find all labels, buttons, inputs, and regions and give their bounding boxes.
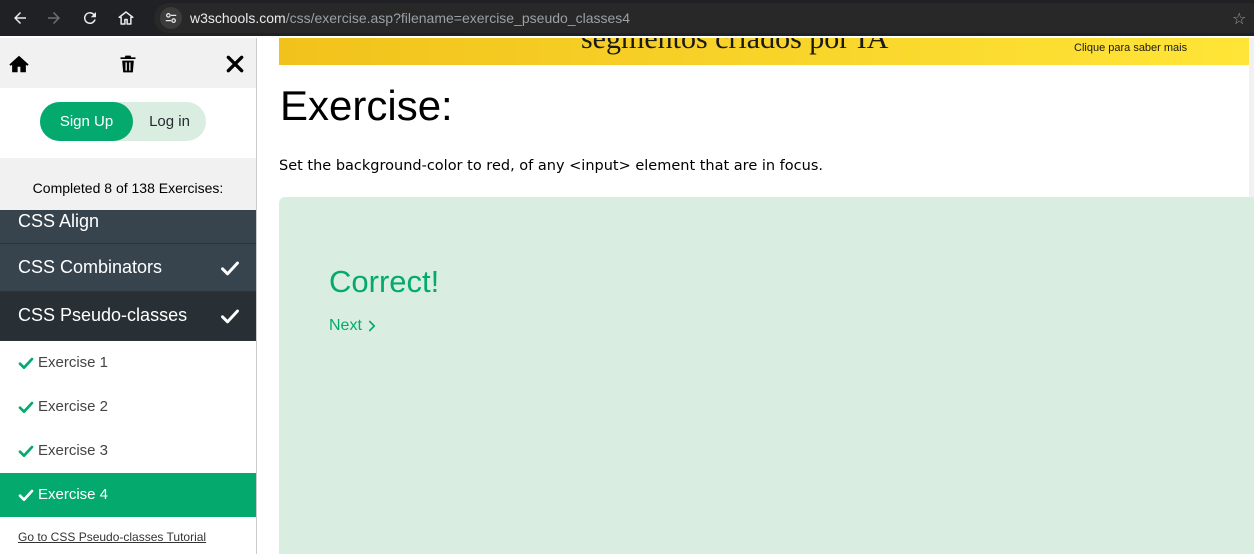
ad-title: segmentos criados por IA: [581, 38, 889, 55]
browser-toolbar: w3schools.com/css/exercise.asp?filename=…: [0, 0, 1254, 36]
auth-area: Sign Up Log in: [0, 88, 256, 158]
bookmark-star-icon[interactable]: ☆: [1232, 9, 1246, 29]
progress-text: Completed 8 of 138 Exercises:: [32, 180, 224, 196]
progress-area: Completed 8 of 138 Exercises:: [0, 158, 256, 210]
exercise-label: Exercise 3: [38, 442, 109, 459]
back-icon[interactable]: [8, 6, 32, 30]
exercise-label: Exercise 2: [38, 398, 109, 415]
page-title: Exercise:: [280, 82, 453, 129]
address-bar[interactable]: w3schools.com/css/exercise.asp?filename=…: [154, 3, 1254, 33]
exercise-item-4[interactable]: Exercise 4: [0, 473, 256, 517]
exercise-item-1[interactable]: Exercise 1: [0, 341, 256, 385]
chevron-right-icon: [368, 320, 375, 332]
result-title: Correct!: [329, 264, 440, 299]
section-label: CSS Align: [18, 211, 100, 231]
section-css-pseudo-classes[interactable]: CSS Pseudo-classes: [0, 292, 256, 341]
exercise-sidebar: Sign Up Log in Completed 8 of 138 Exerci…: [0, 38, 257, 554]
result-panel: Correct! Next: [279, 197, 1254, 554]
next-link[interactable]: Next: [329, 317, 376, 335]
check-icon: [18, 357, 34, 369]
exercise-item-3[interactable]: Exercise 3: [0, 429, 256, 473]
reload-icon[interactable]: [78, 6, 102, 30]
ad-banner[interactable]: segmentos criados por IA Clique para sab…: [279, 38, 1249, 65]
trash-icon[interactable]: [116, 52, 140, 76]
forward-icon[interactable]: [42, 6, 66, 30]
section-css-align[interactable]: CSS Align: [0, 210, 256, 244]
check-icon: [18, 489, 34, 501]
check-icon: [221, 261, 239, 276]
section-css-combinators[interactable]: CSS Combinators: [0, 244, 256, 292]
login-button[interactable]: Log in: [133, 102, 206, 141]
home-icon[interactable]: [7, 52, 31, 76]
exercise-label: Exercise 4: [38, 486, 109, 503]
section-label: CSS Combinators: [18, 257, 163, 277]
ad-cta-link[interactable]: Clique para saber mais: [1074, 42, 1187, 54]
url-text: w3schools.com/css/exercise.asp?filename=…: [190, 10, 631, 26]
tutorial-link[interactable]: Go to CSS Pseudo-classes Tutorial: [18, 530, 206, 544]
sidebar-toolbar: [0, 38, 256, 88]
site-info-icon[interactable]: [160, 7, 182, 29]
next-label: Next: [329, 317, 362, 334]
check-icon: [18, 445, 34, 457]
signup-button[interactable]: Sign Up: [40, 102, 133, 141]
home-icon[interactable]: [114, 6, 138, 30]
section-label: CSS Pseudo-classes: [18, 305, 188, 325]
check-icon: [18, 401, 34, 413]
exercise-label: Exercise 1: [38, 354, 109, 371]
exercise-item-2[interactable]: Exercise 2: [0, 385, 256, 429]
check-icon: [221, 309, 239, 324]
exercise-instruction: Set the background-color to red, of any …: [279, 158, 823, 174]
close-icon[interactable]: [223, 52, 247, 76]
